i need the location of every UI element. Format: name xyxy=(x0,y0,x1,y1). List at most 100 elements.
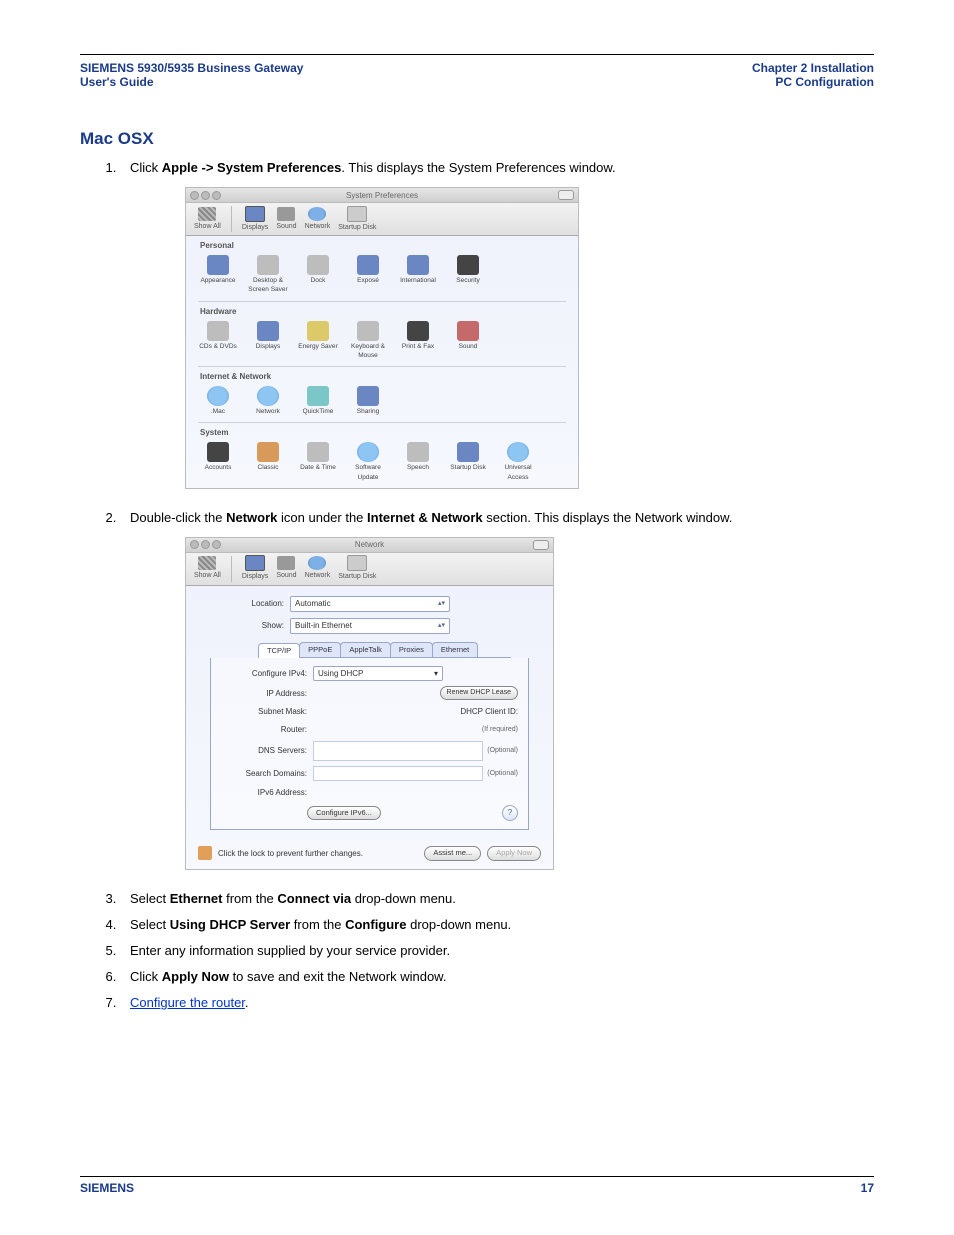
globe-icon xyxy=(308,207,326,221)
footer-page-number: 17 xyxy=(861,1181,874,1195)
show-all-button[interactable]: Show All xyxy=(194,556,221,581)
network-tabs: TCP/IP PPPoE AppleTalk Proxies Ethernet xyxy=(258,642,511,659)
pref-date-time[interactable]: Date & Time xyxy=(296,442,340,481)
updown-icon: ▴▾ xyxy=(438,623,445,629)
cat-internet: Internet & Network xyxy=(186,367,578,384)
pref-software-update[interactable]: Software Update xyxy=(346,442,390,481)
tab-tcpip[interactable]: TCP/IP xyxy=(258,643,300,659)
pref-expose[interactable]: Exposé xyxy=(346,255,390,294)
step-3: Select Ethernet from the Connect via dro… xyxy=(120,890,874,908)
footer-rule xyxy=(80,1176,874,1177)
step-4: Select Using DHCP Server from the Config… xyxy=(120,916,874,934)
cat-system: System xyxy=(186,423,578,440)
tb-displays[interactable]: Displays xyxy=(242,206,268,233)
section-label: PC Configuration xyxy=(752,75,874,89)
step-1: Click Apple -> System Preferences. This … xyxy=(120,159,874,489)
tcpip-panel: Configure IPv4: Using DHCP▾ IP Address: … xyxy=(210,658,529,830)
tb-startup-disk[interactable]: Startup Disk xyxy=(338,206,376,233)
globe-icon xyxy=(308,556,326,570)
pref-displays[interactable]: Displays xyxy=(246,321,290,360)
if-required-hint: (If required) xyxy=(482,725,518,735)
help-icon[interactable]: ? xyxy=(502,805,518,821)
steps-list: Click Apple -> System Preferences. This … xyxy=(80,159,874,1013)
network-title: Network xyxy=(186,539,553,550)
configure-router-link[interactable]: Configure the router xyxy=(130,995,245,1010)
pref-appearance[interactable]: Appearance xyxy=(196,255,240,294)
show-label: Show: xyxy=(198,620,290,631)
disk-icon xyxy=(347,555,367,571)
pref-classic[interactable]: Classic xyxy=(246,442,290,481)
syspref-title: System Preferences xyxy=(186,190,578,201)
router-label: Router: xyxy=(221,724,313,735)
tb-network[interactable]: Network xyxy=(305,207,331,232)
updown-icon: ▴▾ xyxy=(438,601,445,607)
location-label: Location: xyxy=(198,598,290,609)
search-domains-field[interactable] xyxy=(313,766,483,781)
pref-network[interactable]: Network xyxy=(246,386,290,416)
pref-cds-dvds[interactable]: CDs & DVDs xyxy=(196,321,240,360)
tb-startup-disk[interactable]: Startup Disk xyxy=(338,555,376,582)
dhcp-client-id-label: DHCP Client ID: xyxy=(460,706,518,717)
optional-hint-2: (Optional) xyxy=(487,769,518,779)
pref-desktop[interactable]: Desktop & Screen Saver xyxy=(246,255,290,294)
assist-me-button[interactable]: Assist me... xyxy=(424,846,481,861)
show-select[interactable]: Built-in Ethernet▴▾ xyxy=(290,618,450,634)
syspref-toolbar: Show All Displays Sound Network Startup … xyxy=(186,203,578,236)
pill-icon xyxy=(533,540,549,550)
pref-startup-disk[interactable]: Startup Disk xyxy=(446,442,490,481)
network-toolbar: Show All Displays Sound Network Startup … xyxy=(186,553,553,586)
ip-address-label: IP Address: xyxy=(221,688,313,699)
apply-now-button[interactable]: Apply Now xyxy=(487,846,541,861)
monitor-icon xyxy=(245,206,265,222)
pref-mac[interactable]: .Mac xyxy=(196,386,240,416)
tab-appletalk[interactable]: AppleTalk xyxy=(340,642,391,658)
tab-proxies[interactable]: Proxies xyxy=(390,642,433,658)
pref-sharing[interactable]: Sharing xyxy=(346,386,390,416)
pref-security[interactable]: Security xyxy=(446,255,490,294)
doc-title-line2: User's Guide xyxy=(80,75,303,89)
pref-sound[interactable]: Sound xyxy=(446,321,490,360)
search-domains-label: Search Domains: xyxy=(221,768,313,779)
pref-speech[interactable]: Speech xyxy=(396,442,440,481)
cat-personal: Personal xyxy=(186,236,578,253)
disk-icon xyxy=(347,206,367,222)
step-6: Click Apply Now to save and exit the Net… xyxy=(120,968,874,986)
step-7: Configure the router. xyxy=(120,994,874,1012)
pref-quicktime[interactable]: QuickTime xyxy=(296,386,340,416)
tb-network[interactable]: Network xyxy=(305,556,331,581)
pref-accounts[interactable]: Accounts xyxy=(196,442,240,481)
optional-hint: (Optional) xyxy=(487,746,518,756)
show-all-button[interactable]: Show All xyxy=(194,207,221,232)
cat-hardware: Hardware xyxy=(186,302,578,319)
network-titlebar: Network xyxy=(186,538,553,553)
pref-universal-access[interactable]: Universal Access xyxy=(496,442,540,481)
tb-sound[interactable]: Sound xyxy=(276,207,296,232)
tab-ethernet[interactable]: Ethernet xyxy=(432,642,478,658)
pref-keyboard-mouse[interactable]: Keyboard & Mouse xyxy=(346,321,390,360)
configure-ipv4-select[interactable]: Using DHCP▾ xyxy=(313,666,443,681)
pref-international[interactable]: International xyxy=(396,255,440,294)
page-footer: SIEMENS 17 xyxy=(80,1172,874,1195)
updown-icon: ▾ xyxy=(434,668,438,679)
location-select[interactable]: Automatic▴▾ xyxy=(290,596,450,612)
step-5: Enter any information supplied by your s… xyxy=(120,942,874,960)
lock-icon[interactable] xyxy=(198,846,212,860)
renew-dhcp-button[interactable]: Renew DHCP Lease xyxy=(440,686,518,700)
pref-dock[interactable]: Dock xyxy=(296,255,340,294)
section-title: Mac OSX xyxy=(80,129,874,149)
pref-print-fax[interactable]: Print & Fax xyxy=(396,321,440,360)
lock-text: Click the lock to prevent further change… xyxy=(218,848,363,859)
configure-ipv6-button[interactable]: Configure IPv6... xyxy=(307,806,381,821)
pref-energy-saver[interactable]: Energy Saver xyxy=(296,321,340,360)
monitor-icon xyxy=(245,555,265,571)
ipv6-address-label: IPv6 Address: xyxy=(221,787,313,798)
header-rule-top xyxy=(80,54,874,55)
screenshot-system-preferences: System Preferences Show All Displays Sou… xyxy=(185,187,579,488)
dns-servers-field[interactable] xyxy=(313,741,483,761)
tab-pppoe[interactable]: PPPoE xyxy=(299,642,341,658)
tb-sound[interactable]: Sound xyxy=(276,556,296,581)
footer-brand: SIEMENS xyxy=(80,1181,134,1195)
dns-servers-label: DNS Servers: xyxy=(221,745,313,756)
speaker-icon xyxy=(277,556,295,570)
tb-displays[interactable]: Displays xyxy=(242,555,268,582)
